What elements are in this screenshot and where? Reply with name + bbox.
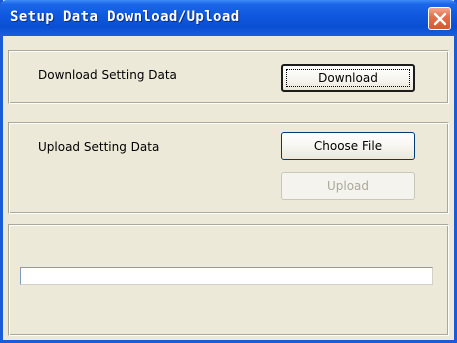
progress-bar [20, 267, 433, 285]
upload-button: Upload [281, 172, 415, 200]
close-button[interactable] [428, 7, 451, 30]
choose-file-button[interactable]: Choose File [281, 132, 415, 160]
download-label: Download Setting Data [38, 68, 177, 82]
title-bar[interactable]: Setup Data Download/Upload [0, 0, 457, 36]
choose-file-button-label: Choose File [313, 139, 383, 153]
download-button-label: Download [318, 71, 378, 85]
upload-button-label: Upload [326, 179, 370, 193]
upload-label: Upload Setting Data [38, 140, 160, 154]
download-button[interactable]: Download [281, 64, 415, 92]
window-title: Setup Data Download/Upload [10, 9, 240, 25]
